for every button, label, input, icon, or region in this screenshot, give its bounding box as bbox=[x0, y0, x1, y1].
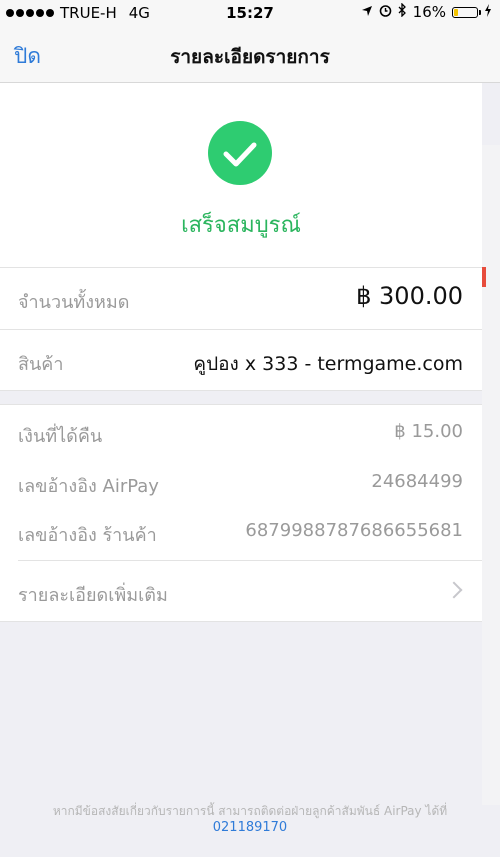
alarm-clock-icon bbox=[379, 3, 392, 21]
battery-percent: 16% bbox=[412, 3, 446, 21]
status-right: 16% bbox=[361, 2, 492, 21]
nav-bar: ปิด รายละเอียดรายการ bbox=[0, 26, 500, 83]
footer-help-text: หากมีข้อสงสัยเกี่ยวกับรายการนี้ สามารถติ… bbox=[52, 804, 448, 818]
summary-card: จำนวนทั้งหมด ฿ 300.00 สินค้า คูปอง x 333… bbox=[0, 267, 482, 391]
merchant-ref-label: เลขอ้างอิง ร้านค้า bbox=[18, 525, 157, 546]
cashback-value: ฿ 15.00 bbox=[394, 421, 463, 442]
success-status-text: เสร็จสมบูรณ์ bbox=[181, 213, 301, 238]
cashback-label: เงินที่ได้คืน bbox=[18, 426, 103, 447]
total-row: จำนวนทั้งหมด ฿ 300.00 bbox=[0, 268, 482, 329]
location-arrow-icon bbox=[361, 3, 373, 21]
product-value: คูปอง x 333 - termgame.com bbox=[193, 353, 463, 375]
scroll-indicator[interactable] bbox=[482, 267, 486, 287]
support-phone-link[interactable]: 021189170 bbox=[0, 820, 500, 835]
scroll-track bbox=[482, 145, 500, 805]
charging-bolt-icon bbox=[484, 3, 492, 21]
airpay-ref-label: เลขอ้างอิง AirPay bbox=[18, 476, 159, 497]
page-title: รายละเอียดรายการ bbox=[170, 46, 330, 68]
battery-icon bbox=[452, 6, 481, 18]
bluetooth-icon bbox=[398, 2, 407, 21]
chevron-right-icon bbox=[445, 581, 463, 599]
more-details-row[interactable]: รายละเอียดเพิ่มเติม bbox=[18, 560, 482, 622]
product-label: สินค้า bbox=[18, 354, 64, 375]
success-section: เสร็จสมบูรณ์ bbox=[0, 83, 482, 267]
product-row: สินค้า คูปอง x 333 - termgame.com bbox=[0, 329, 482, 391]
success-check-icon bbox=[208, 121, 272, 185]
total-label: จำนวนทั้งหมด bbox=[18, 292, 130, 313]
details-card: เงินที่ได้คืน ฿ 15.00 เลขอ้างอิง AirPay … bbox=[0, 404, 482, 622]
merchant-ref-value: 6879988787686655681 bbox=[245, 520, 463, 541]
airpay-ref-value: 24684499 bbox=[371, 471, 463, 492]
status-bar: TRUE-H 4G 15:27 16% bbox=[0, 0, 500, 26]
total-amount: ฿ 300.00 bbox=[356, 282, 463, 310]
more-details-label: รายละเอียดเพิ่มเติม bbox=[18, 585, 168, 606]
